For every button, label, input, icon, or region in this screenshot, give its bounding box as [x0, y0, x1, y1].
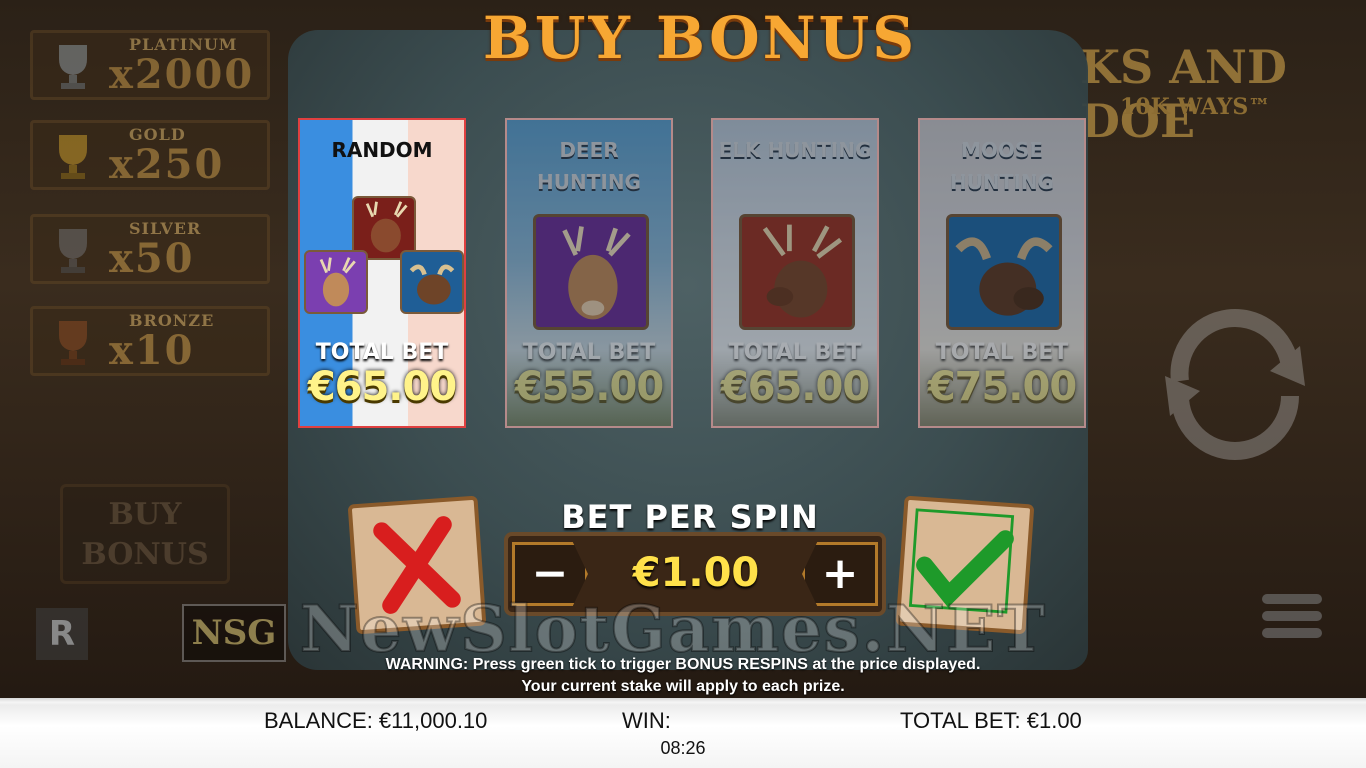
bonus-card-label: TOTAL BET [935, 340, 1069, 365]
bonus-card-title: DEER HUNTING [537, 138, 641, 194]
watermark-logo-text: NSG [191, 613, 277, 653]
autospin-icon[interactable] [1150, 296, 1320, 466]
warning-line-2: Your current stake will apply to each pr… [521, 678, 845, 695]
game-logo-line2: 10K WAYS™ [1120, 94, 1271, 120]
bonus-card-title: RANDOM [331, 138, 433, 162]
jackpot-multiplier: x10 [109, 327, 195, 374]
brand-badge: R [36, 608, 88, 660]
jackpot-multiplier: x2000 [109, 51, 255, 98]
total-bet-display: TOTAL BET: €1.00 [900, 708, 1082, 733]
jackpot-multiplier: x50 [109, 235, 195, 282]
trophy-icon [59, 229, 87, 273]
status-bar: BALANCE: €11,000.10 WIN: TOTAL BET: €1.0… [0, 698, 1366, 768]
game-scene: PLATINUM x2000 GOLD x250 SILVER x50 BRON… [0, 0, 1366, 698]
deer-icon [304, 250, 368, 314]
bonus-card-elk[interactable]: ELK HUNTING TOTAL BET €65.00 [711, 118, 879, 428]
bonus-card-price: €65.00 [720, 364, 870, 410]
elk-icon [739, 214, 855, 330]
trophy-icon [59, 135, 87, 179]
bonus-card-title: MOOSE HUNTING [950, 138, 1054, 194]
bonus-card-label: TOTAL BET [728, 340, 862, 365]
bonus-card-price: €75.00 [927, 364, 1077, 410]
watermark-logo: NSG [182, 604, 286, 662]
warning-message: WARNING: Press green tick to trigger BON… [300, 654, 1066, 698]
balance-display: BALANCE: €11,000.10 [264, 708, 488, 733]
bonus-card-price: €65.00 [307, 364, 457, 410]
trophy-icon [59, 321, 87, 365]
jackpot-gold: GOLD x250 [30, 120, 270, 190]
jackpot-multiplier: x250 [109, 141, 225, 188]
menu-icon[interactable] [1262, 594, 1322, 648]
page-title: BUY BONUS [482, 4, 918, 72]
side-buy-bonus-button[interactable]: BUY BONUS [60, 484, 230, 584]
warning-line-1: WARNING: Press green tick to trigger BON… [385, 656, 981, 673]
jackpot-silver: SILVER x50 [30, 214, 270, 284]
bonus-card-label: TOTAL BET [522, 340, 656, 365]
bonus-card-title: ELK HUNTING [718, 138, 872, 162]
moose-icon [400, 250, 464, 314]
bonus-card-moose[interactable]: MOOSE HUNTING TOTAL BET €75.00 [918, 118, 1086, 428]
win-display: WIN: [622, 708, 671, 733]
game-logo: KS AND DOE 10K WAYS™ [1080, 40, 1300, 148]
jackpot-bronze: BRONZE x10 [30, 306, 270, 376]
bonus-card-price: €55.00 [514, 364, 664, 410]
jackpot-platinum: PLATINUM x2000 [30, 30, 270, 100]
bet-value: €1.00 [632, 550, 760, 596]
moose-icon [946, 214, 1062, 330]
bet-per-spin-title: BET PER SPIN [561, 498, 819, 536]
trophy-icon [59, 45, 87, 89]
bonus-card-deer[interactable]: DEER HUNTING TOTAL BET €55.00 [505, 118, 673, 428]
clock: 08:26 [660, 738, 706, 758]
bonus-card-label: TOTAL BET [315, 340, 449, 365]
deer-icon [533, 214, 649, 330]
bonus-card-random[interactable]: RANDOM TOTAL BET €65.00 [298, 118, 466, 428]
